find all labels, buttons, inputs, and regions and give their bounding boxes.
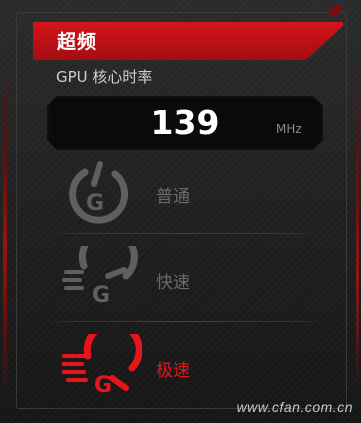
gauge-fast-icon: G: [62, 246, 138, 308]
svg-text:G: G: [94, 373, 112, 398]
svg-text:G: G: [86, 191, 104, 216]
overclock-panel: 超频 GPU 核心时率 139 MHz G 普通 G 快速 G 极速 www.c…: [0, 0, 361, 423]
gauge-extreme-icon: G: [62, 334, 142, 398]
gauge-normal-icon: G: [69, 161, 129, 224]
watermark: www.cfan.com.cn: [236, 399, 353, 415]
mode-normal-option[interactable]: G 普通: [46, 152, 322, 234]
mode-extreme-option[interactable]: G 极速: [46, 326, 322, 408]
svg-text:G: G: [92, 283, 110, 308]
mode-divider: [46, 321, 322, 322]
mode-fast-option[interactable]: G 快速: [46, 238, 322, 320]
clock-unit: MHz: [276, 122, 302, 136]
mode-extreme-label: 极速: [156, 361, 190, 381]
panel-title: 超频: [57, 31, 98, 53]
mode-divider: [46, 233, 322, 234]
gpu-clock-label: GPU 核心时率: [56, 68, 153, 86]
clock-value: 139: [150, 103, 220, 142]
corner-ornament-icon: [327, 6, 343, 16]
mode-fast-label: 快速: [156, 273, 190, 293]
mode-normal-label: 普通: [156, 187, 190, 207]
